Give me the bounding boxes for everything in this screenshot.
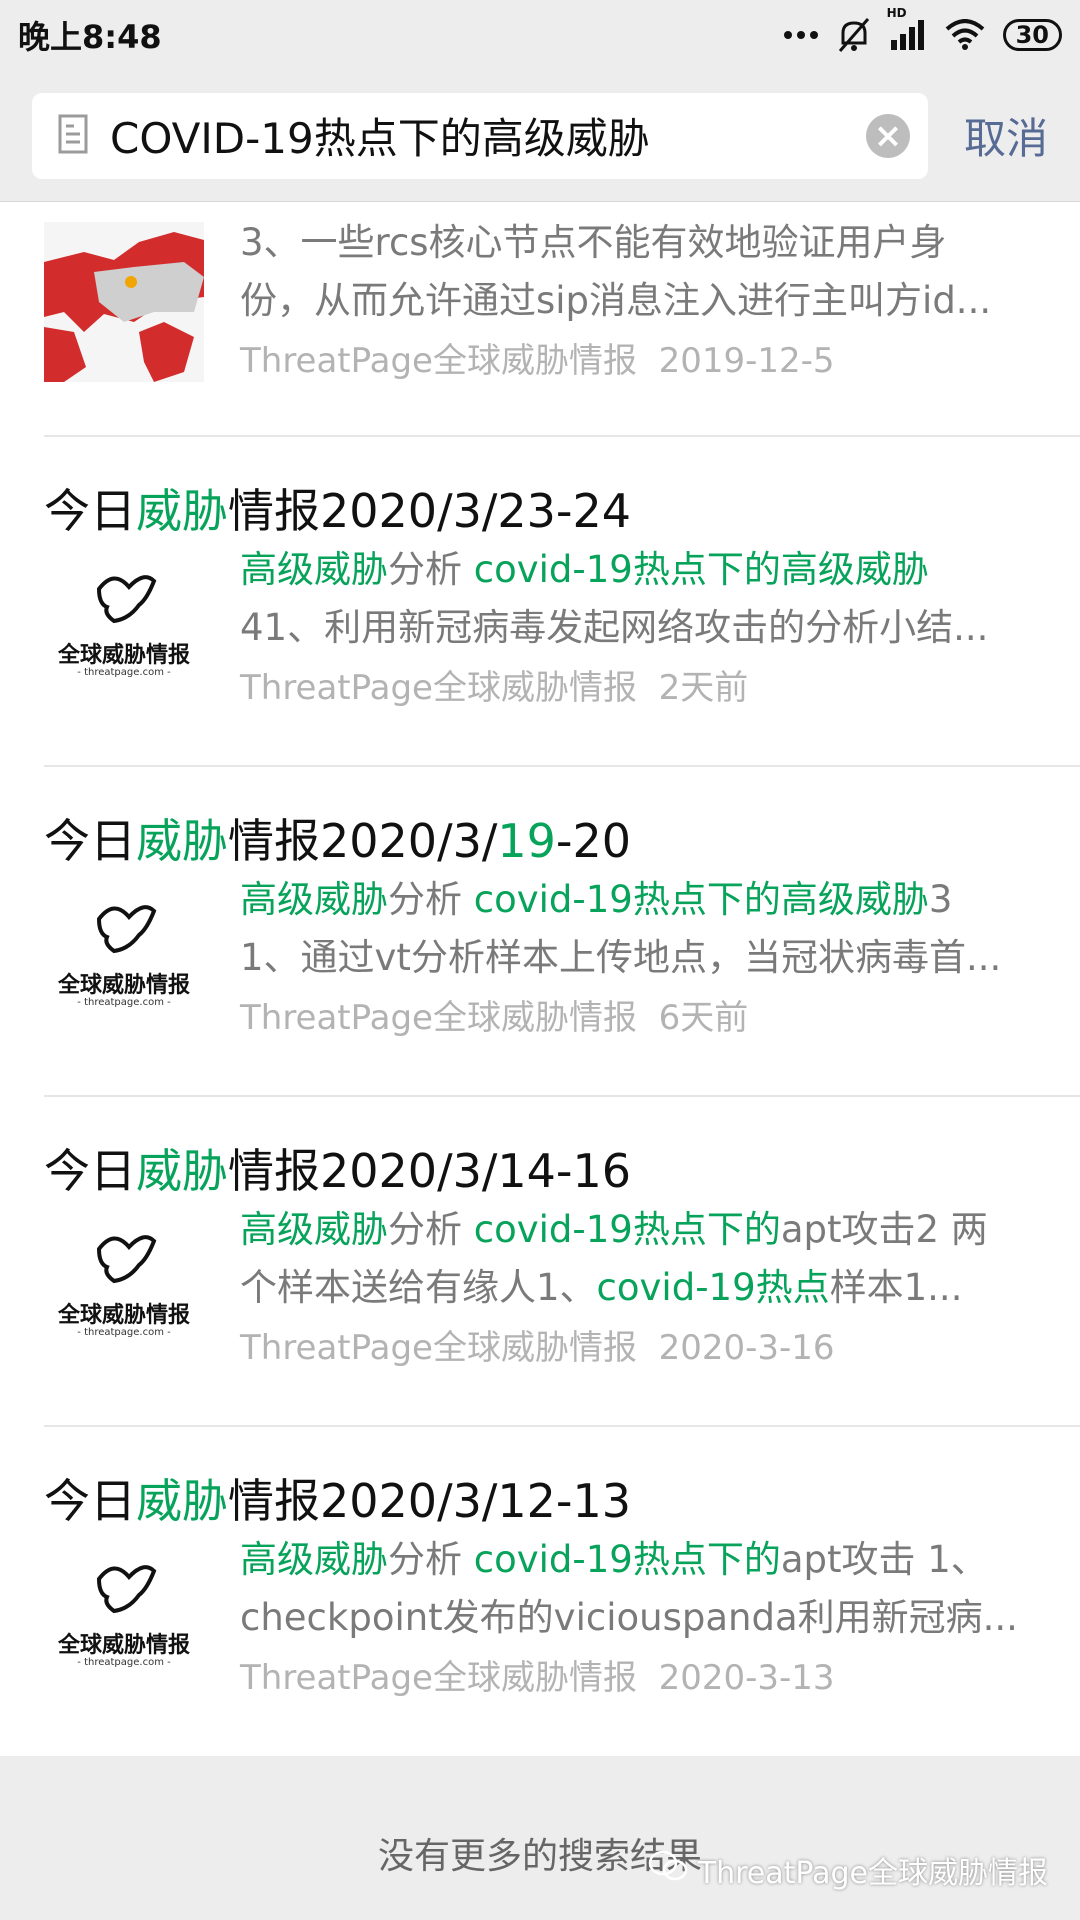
snippet-text: apt攻击 1、 <box>780 1538 988 1581</box>
result-meta: ThreatPage全球威胁情报 6天前 <box>240 987 1040 1049</box>
snippet-text: 3 <box>928 878 953 921</box>
result-title: 今日威胁情报2020/3/19-20 <box>44 767 1040 871</box>
logo-url: - threatpage.com - <box>77 667 171 678</box>
title-text: 今日 <box>44 484 136 538</box>
result-date: 2020-3-13 <box>658 1658 835 1698</box>
snippet-highlight: covid-19热点 <box>596 1266 830 1309</box>
logo-url: - threatpage.com - <box>77 1327 171 1338</box>
results-footer: 没有更多的搜索结果 ThreatPage全球威胁情报 <box>0 1756 1080 1920</box>
snippet-text: 分析 <box>388 548 474 591</box>
threatpage-logo-thumbnail: 全球威胁情报 - threatpage.com - <box>44 889 204 1049</box>
threatpage-logo-thumbnail: 全球威胁情报 - threatpage.com - <box>44 1219 204 1379</box>
logo-url: - threatpage.com - <box>77 997 171 1008</box>
result-snippet-line1: 高级威胁分析 covid-19热点下的apt攻击 1、 <box>240 1531 1040 1589</box>
result-date: 2019-12-5 <box>658 341 835 381</box>
title-text: 情报2020/3/12-13 <box>228 1474 631 1528</box>
signal-icon: HD <box>887 6 927 52</box>
result-source: ThreatPage全球威胁情报 <box>240 1658 637 1698</box>
watermark-text: ThreatPage全球威胁情报 <box>697 1856 1048 1891</box>
snippet-text: 样本1... <box>829 1266 963 1309</box>
search-header: COVID-19热点下的高级威胁 × 取消 <box>0 70 1080 202</box>
snippet-text: 分析 <box>388 1208 474 1251</box>
title-highlight: 威胁 <box>136 1144 228 1198</box>
logo-url: - threatpage.com - <box>77 1657 171 1668</box>
title-highlight: 威胁 <box>136 484 228 538</box>
clear-icon[interactable]: × <box>865 113 910 158</box>
result-meta: ThreatPage全球威胁情报 2020-3-13 <box>240 1647 1040 1709</box>
title-text: 今日 <box>44 814 136 868</box>
threatpage-logo-thumbnail: 全球威胁情报 - threatpage.com - <box>44 1549 204 1709</box>
snippet-highlight: 高级威胁 <box>240 1538 388 1581</box>
result-item[interactable]: 今日威胁情报2020/3/19-20 全球威胁情报 - threatpage.c… <box>44 767 1080 1097</box>
snippet-highlight: covid-19热点下的 <box>473 1538 781 1581</box>
title-text: 情报2020/3/23-24 <box>228 484 631 538</box>
result-snippet-line2: 份，从而允许通过sip消息注入进行主叫方id... <box>240 279 992 322</box>
result-title: 今日威胁情报2020/3/12-13 <box>44 1427 1040 1531</box>
result-date: 2020-3-16 <box>658 1328 835 1368</box>
title-highlight: 威胁 <box>136 1474 228 1528</box>
result-source: ThreatPage全球威胁情报 <box>240 341 637 381</box>
result-item[interactable]: 今日威胁情报2020/3/14-16 全球威胁情报 - threatpage.c… <box>44 1097 1080 1427</box>
more-dots-icon <box>783 30 819 40</box>
logo-name: 全球威胁情报 <box>57 1633 190 1658</box>
status-icons: HD 30 <box>783 6 1062 53</box>
snippet-text: apt攻击2 两 <box>780 1208 988 1251</box>
result-snippet-line1: 高级威胁分析 covid-19热点下的高级威胁 <box>240 541 1040 599</box>
title-text: 情报2020/3/ <box>228 814 498 868</box>
result-item[interactable]: 3、一些rcs核心节点不能有效地验证用户身 份，从而允许通过sip消息注入进行主… <box>44 202 1080 437</box>
bell-muted-icon <box>837 17 871 53</box>
logo-name: 全球威胁情报 <box>57 643 190 668</box>
title-text: 情报2020/3/14-16 <box>228 1144 631 1198</box>
snippet-highlight: 高级威胁 <box>240 1208 388 1251</box>
result-meta: ThreatPage全球威胁情报 2020-3-16 <box>240 1317 1040 1379</box>
result-title: 今日威胁情报2020/3/14-16 <box>44 1097 1040 1201</box>
snippet-text: 分析 <box>388 1538 474 1581</box>
battery-indicator: 30 <box>1002 19 1062 51</box>
snippet-highlight: 高级威胁 <box>240 548 388 591</box>
search-query-text: COVID-19热点下的高级威胁 <box>110 114 650 163</box>
threatpage-logo-thumbnail: 全球威胁情报 - threatpage.com - <box>44 559 204 719</box>
document-icon <box>58 114 88 158</box>
title-text: 今日 <box>44 1474 136 1528</box>
result-snippet-line2: 41、利用新冠病毒发起网络攻击的分析小结... <box>240 606 989 649</box>
snippet-text: 个样本送给有缘人1、 <box>240 1266 597 1309</box>
hd-label: HD <box>886 6 907 20</box>
result-snippet-line1: 高级威胁分析 covid-19热点下的apt攻击2 两 <box>240 1201 1040 1259</box>
logo-name: 全球威胁情报 <box>57 973 190 998</box>
cancel-button[interactable]: 取消 <box>964 105 1048 166</box>
search-input[interactable]: COVID-19热点下的高级威胁 × <box>32 92 928 179</box>
result-item[interactable]: 今日威胁情报2020/3/12-13 全球威胁情报 - threatpage.c… <box>44 1427 1080 1757</box>
title-highlight: 19 <box>497 814 556 868</box>
result-snippet-line2: 个样本送给有缘人1、covid-19热点样本1... <box>240 1259 1040 1317</box>
result-source: ThreatPage全球威胁情报 <box>240 1328 637 1368</box>
result-snippet-line1: 高级威胁分析 covid-19热点下的高级威胁3 <box>240 871 1040 929</box>
snippet-highlight: 高级威胁 <box>240 878 388 921</box>
result-date: 2天前 <box>658 668 749 708</box>
snippet-highlight: covid-19热点下的 <box>473 1208 781 1251</box>
result-meta: ThreatPage全球威胁情报 2天前 <box>240 657 1040 719</box>
title-text: -20 <box>555 814 632 868</box>
result-snippet-line1: 3、一些rcs核心节点不能有效地验证用户身 <box>240 221 947 264</box>
result-source: ThreatPage全球威胁情报 <box>240 998 637 1038</box>
result-snippet-line2: checkpoint发布的viciouspanda利用新冠病... <box>240 1596 1018 1639</box>
result-title: 今日威胁情报2020/3/23-24 <box>44 437 1040 541</box>
wifi-icon <box>945 19 985 51</box>
snippet-highlight: covid-19热点下的高级威胁 <box>473 878 929 921</box>
result-snippet-line2: 1、通过vt分析样本上传地点，当冠状病毒首... <box>240 936 1002 979</box>
result-meta: ThreatPage全球威胁情报 2019-12-5 <box>240 330 1040 392</box>
snippet-text: 分析 <box>388 878 474 921</box>
result-source: ThreatPage全球威胁情报 <box>240 668 637 708</box>
watermark: ThreatPage全球威胁情报 <box>648 1848 1048 1892</box>
title-text: 今日 <box>44 1144 136 1198</box>
status-time: 晚上8:48 <box>18 18 162 56</box>
title-highlight: 威胁 <box>136 814 228 868</box>
result-date: 6天前 <box>658 998 749 1038</box>
result-item[interactable]: 今日威胁情报2020/3/23-24 全球威胁情报 - threatpage.c… <box>44 437 1080 767</box>
logo-name: 全球威胁情报 <box>57 1303 190 1328</box>
world-map-thumbnail <box>44 222 204 382</box>
wechat-icon <box>648 1850 688 1890</box>
snippet-highlight: covid-19热点下的高级威胁 <box>473 548 929 591</box>
status-bar: 晚上8:48 HD 30 <box>0 0 1080 70</box>
